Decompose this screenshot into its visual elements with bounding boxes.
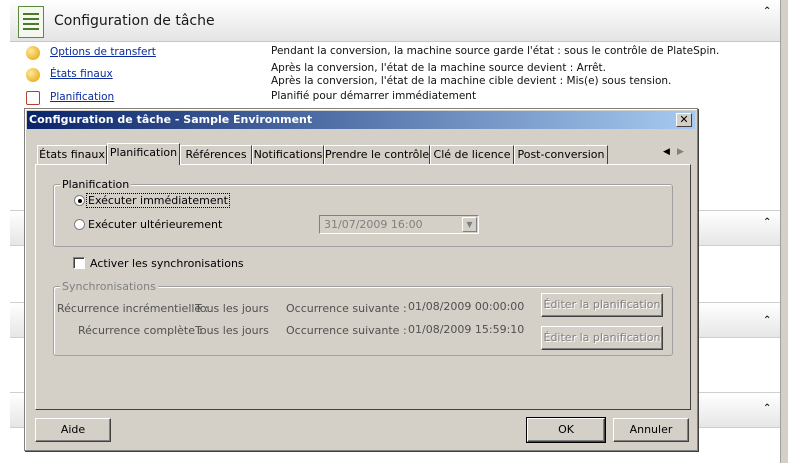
- full-recurrence-value: Tous les jours: [195, 324, 269, 337]
- enable-sync-label[interactable]: Activer les synchronisations: [90, 257, 244, 270]
- tab-scroll-left-icon[interactable]: ◀: [663, 147, 670, 157]
- schedule-desc: Planifié pour démarrer immédiatement: [271, 90, 477, 102]
- sync-group-label: Synchronisations: [60, 280, 158, 293]
- end-states-icon: [26, 68, 40, 82]
- incremental-next-label: Occurrence suivante :: [286, 302, 407, 315]
- tab-schedule[interactable]: Planification: [107, 143, 180, 165]
- tab-scroll-right-icon[interactable]: ▶: [677, 147, 684, 157]
- tab-strip: États finaux Planification Références No…: [37, 143, 687, 165]
- full-recurrence-label: Récurrence complète :: [78, 324, 203, 337]
- dialog-title: Configuration de tâche - Sample Environm…: [29, 113, 313, 126]
- tab-notifications[interactable]: Notifications: [252, 145, 324, 164]
- schedule-date-picker[interactable]: 31/07/2009 16:00 ▼: [319, 215, 479, 234]
- schedule-group-label: Planification: [60, 178, 132, 191]
- row-transfer-options: Options de transfert Pendant la conversi…: [10, 44, 780, 60]
- full-next-value: 01/08/2009 15:59:10: [408, 323, 525, 336]
- full-next-label: Occurrence suivante :: [286, 324, 407, 337]
- task-config-title: Configuration de tâche: [54, 13, 215, 29]
- collapse-icon[interactable]: ⌃: [763, 315, 771, 326]
- task-config-header: Configuration de tâche ⌃: [10, 0, 780, 42]
- help-button[interactable]: Aide: [35, 418, 111, 442]
- edit-incremental-schedule-button[interactable]: Éditer la planification: [541, 293, 663, 317]
- incremental-next-value: 01/08/2009 00:00:00: [408, 300, 525, 313]
- run-now-label[interactable]: Exécuter immédiatement: [86, 193, 230, 208]
- ok-button[interactable]: OK: [526, 417, 606, 443]
- end-states-link[interactable]: États finaux: [50, 68, 113, 80]
- tab-license-key[interactable]: Clé de licence: [430, 145, 514, 164]
- row-end-states: États finaux Après la conversion, l'état…: [10, 62, 780, 90]
- enable-sync-checkbox[interactable]: [73, 257, 85, 269]
- schedule-date-value: 31/07/2009 16:00: [324, 218, 423, 231]
- dialog-titlebar[interactable]: Configuration de tâche - Sample Environm…: [27, 111, 695, 129]
- transfer-options-desc: Pendant la conversion, la machine source…: [271, 45, 720, 57]
- collapse-icon[interactable]: ⌃: [763, 403, 771, 414]
- tab-post-conversion[interactable]: Post-conversion: [514, 145, 608, 164]
- tab-credentials[interactable]: Références: [180, 145, 252, 164]
- tab-take-control[interactable]: Prendre le contrôle: [324, 145, 430, 164]
- incremental-recurrence-label: Récurrence incrémentielle :: [57, 302, 209, 315]
- transfer-options-icon: [26, 46, 40, 60]
- run-now-radio[interactable]: [74, 195, 85, 206]
- chevron-down-icon[interactable]: ▼: [462, 217, 477, 232]
- tab-end-states[interactable]: États finaux: [37, 145, 107, 164]
- close-icon[interactable]: ✕: [676, 113, 692, 127]
- calendar-icon: [26, 91, 40, 105]
- row-schedule: Planification Planifié pour démarrer imm…: [10, 89, 780, 105]
- schedule-link[interactable]: Planification: [50, 91, 114, 103]
- end-states-desc-2: Après la conversion, l'état de la machin…: [271, 75, 672, 87]
- collapse-icon[interactable]: ⌃: [763, 217, 771, 228]
- collapse-icon[interactable]: ⌃: [763, 6, 771, 17]
- end-states-desc-1: Après la conversion, l'état de la machin…: [271, 62, 606, 74]
- run-later-label[interactable]: Exécuter ultérieurement: [88, 218, 222, 231]
- window-border: [780, 0, 788, 463]
- transfer-options-link[interactable]: Options de transfert: [50, 46, 156, 58]
- cancel-button[interactable]: Annuler: [613, 418, 689, 442]
- edit-full-schedule-button[interactable]: Éditer la planification: [541, 326, 663, 350]
- run-later-radio[interactable]: [74, 219, 85, 230]
- task-config-dialog: Configuration de tâche - Sample Environm…: [24, 108, 698, 451]
- incremental-recurrence-value: Tous les jours: [195, 302, 269, 315]
- task-config-icon: [18, 6, 44, 38]
